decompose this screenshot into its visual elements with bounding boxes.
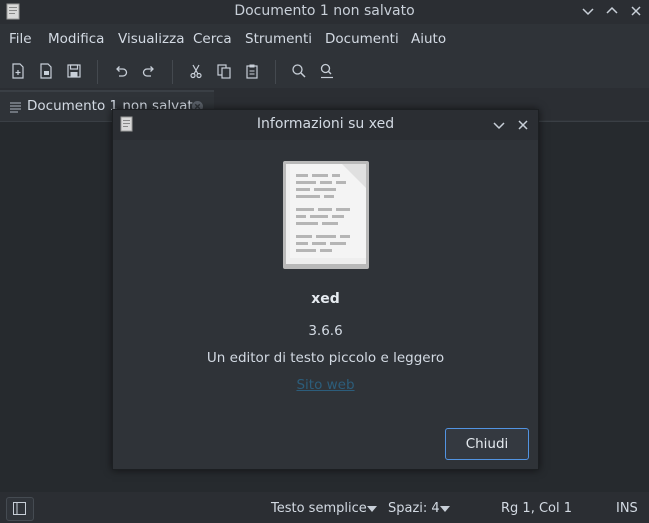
statusbar: Testo semplice Spazi: 4 Rg 1, Col 1 INS [0, 492, 649, 523]
side-panel-icon [13, 502, 26, 515]
window-titlebar: Documento 1 non salvato [0, 0, 649, 24]
about-dialog: Informazioni su xed xed 3.6.6 Un editor … [112, 109, 539, 470]
language-selector[interactable]: Testo semplice [271, 501, 367, 516]
toolbar-separator [172, 60, 173, 84]
toolbar-separator [97, 60, 98, 84]
website-link[interactable]: Sito web [113, 377, 538, 393]
menu-documenti[interactable]: Documenti [325, 31, 399, 47]
dialog-title: Informazioni su xed [256, 116, 395, 132]
menu-file[interactable]: File [9, 31, 32, 47]
undo-icon[interactable] [112, 62, 130, 80]
menu-visualizza[interactable]: Visualizza [118, 31, 185, 47]
maximize-icon[interactable] [604, 3, 620, 19]
app-name: xed [311, 291, 340, 307]
menu-aiuto[interactable]: Aiuto [411, 31, 446, 47]
search-replace-icon[interactable] [318, 62, 336, 80]
paste-icon[interactable] [243, 62, 261, 80]
toolbar [0, 56, 649, 86]
copy-icon[interactable] [215, 62, 233, 80]
tab-width-selector[interactable]: Spazi: 4 [388, 501, 440, 516]
menu-cerca[interactable]: Cerca [193, 31, 232, 47]
document-icon [10, 102, 21, 113]
chevron-down-icon [367, 506, 377, 512]
close-icon[interactable] [628, 3, 644, 19]
app-description: Un editor di testo piccolo e leggero [206, 350, 445, 366]
close-button[interactable]: Chiudi [445, 428, 529, 460]
save-icon[interactable] [65, 62, 83, 80]
toolbar-separator [275, 60, 276, 84]
new-document-icon[interactable] [9, 62, 27, 80]
app-version: 3.6.6 [308, 323, 343, 339]
cursor-position: Rg 1, Col 1 [501, 501, 572, 516]
minimize-icon[interactable] [580, 3, 596, 19]
side-panel-toggle-button[interactable] [6, 497, 34, 521]
dialog-minimize-icon[interactable] [492, 118, 506, 132]
insert-mode: INS [616, 501, 638, 516]
menubar: File Modifica Visualizza Cerca Strumenti… [0, 28, 649, 52]
chevron-down-icon [440, 506, 450, 512]
dialog-close-icon[interactable] [516, 118, 530, 132]
menu-modifica[interactable]: Modifica [48, 31, 104, 47]
menu-strumenti[interactable]: Strumenti [245, 31, 312, 47]
dialog-titlebar: Informazioni su xed [113, 110, 538, 140]
xed-logo-icon [283, 161, 369, 269]
cut-icon[interactable] [187, 62, 205, 80]
window-title: Documento 1 non salvato [234, 3, 415, 19]
redo-icon[interactable] [140, 62, 158, 80]
search-icon[interactable] [290, 62, 308, 80]
open-document-icon[interactable] [37, 62, 55, 80]
